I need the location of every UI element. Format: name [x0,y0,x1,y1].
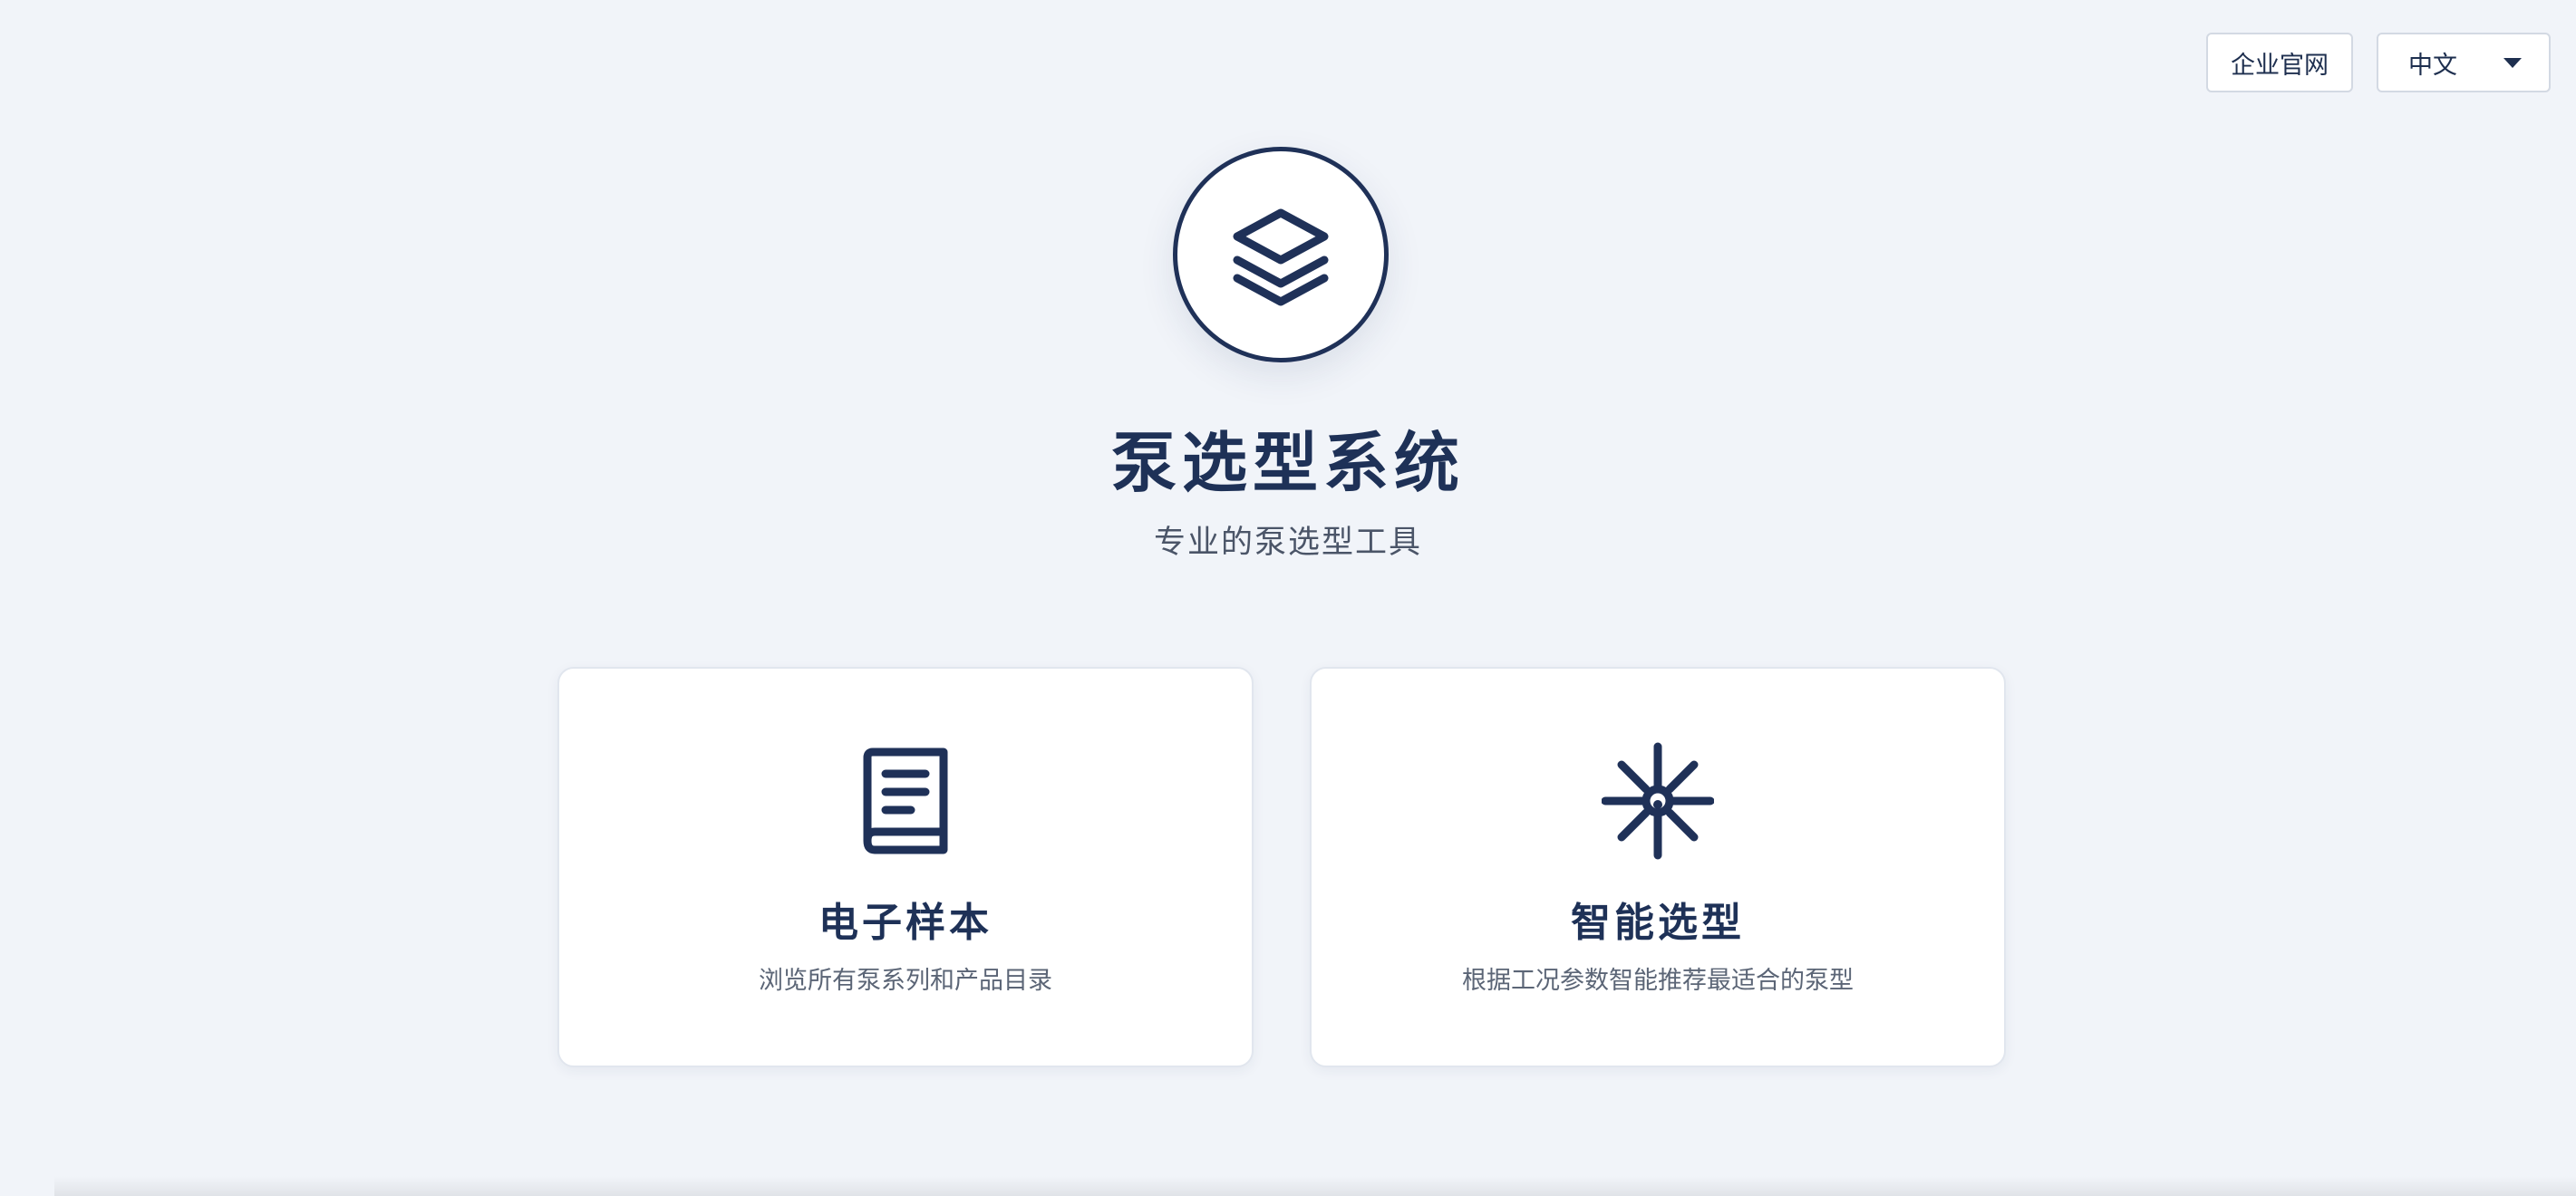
card-title: 智能选型 [1571,900,1745,946]
sparkle-icon [1602,742,1714,860]
bottom-edge-shadow [54,1176,2576,1196]
page-title: 泵选型系统 [1110,425,1465,501]
corporate-site-button[interactable]: 企业官网 [2206,33,2353,92]
logo-badge [1173,147,1389,362]
top-bar: 企业官网 中文 [2206,33,2551,92]
sparkle-icon-wrapper [1598,741,1718,861]
book-icon-wrapper [846,741,965,861]
chevron-down-icon [2503,57,2522,68]
layers-icon [1233,208,1329,306]
card-electronic-catalog[interactable]: 电子样本 浏览所有泵系列和产品目录 [557,667,1254,1067]
card-description: 浏览所有泵系列和产品目录 [759,967,1052,995]
corporate-site-label: 企业官网 [2231,51,2329,80]
language-select-value: 中文 [2408,51,2457,80]
book-icon [863,748,948,854]
card-smart-selection[interactable]: 智能选型 根据工况参数智能推荐最适合的泵型 [1310,667,2006,1067]
page-subtitle: 专业的泵选型工具 [1153,525,1422,561]
card-description: 根据工况参数智能推荐最适合的泵型 [1462,967,1854,995]
language-select[interactable]: 中文 [2377,33,2551,92]
card-title: 电子样本 [818,900,993,946]
